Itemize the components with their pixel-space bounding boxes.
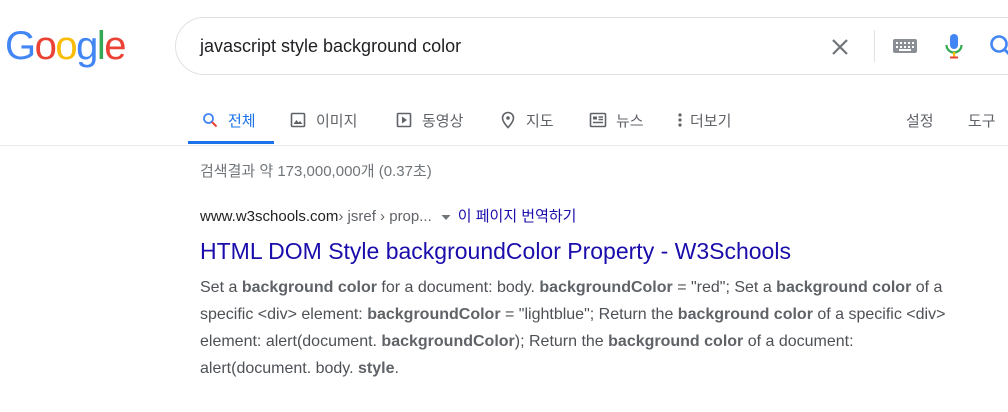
tab-all[interactable]: 전체 bbox=[200, 96, 256, 144]
tab-maps[interactable]: 지도 bbox=[498, 96, 554, 144]
search-tabs: 전체 이미지 동영상 지도 뉴스 더보기 설정 도구 bbox=[188, 96, 1008, 146]
google-logo[interactable]: Google bbox=[5, 24, 126, 68]
translate-page-link[interactable]: 이 페이지 번역하기 bbox=[458, 205, 577, 229]
snippet-text: ); Return the bbox=[514, 333, 609, 350]
active-tab-indicator bbox=[188, 141, 274, 144]
tab-label: 더보기 bbox=[690, 112, 732, 130]
result-path: › jsref › prop... bbox=[338, 208, 432, 225]
snippet-highlight: background color bbox=[776, 279, 912, 296]
snippet-highlight: style bbox=[358, 360, 395, 377]
tab-more[interactable]: 더보기 bbox=[676, 96, 731, 144]
map-pin-icon bbox=[498, 110, 518, 130]
tab-images[interactable]: 이미지 bbox=[288, 96, 357, 144]
settings-link[interactable]: 설정 bbox=[906, 96, 934, 144]
search-divider bbox=[874, 30, 875, 62]
tools-link[interactable]: 도구 bbox=[968, 96, 996, 144]
result-breadcrumb: www.w3schools.com › jsref › prop... 이 페이… bbox=[200, 205, 960, 229]
result-domain: www.w3schools.com bbox=[200, 208, 339, 225]
snippet-text: = "lightblue"; Return the bbox=[500, 306, 678, 323]
news-icon bbox=[588, 110, 608, 130]
snippet-highlight: backgroundColor bbox=[539, 279, 673, 296]
search-input[interactable]: javascript style background color bbox=[200, 18, 461, 74]
search-result: www.w3schools.com › jsref › prop... 이 페이… bbox=[200, 205, 960, 382]
tab-label: 지도 bbox=[526, 112, 554, 130]
snippet-text: = "red"; Set a bbox=[672, 279, 777, 296]
tab-label: 뉴스 bbox=[616, 112, 644, 130]
search-icon[interactable] bbox=[988, 33, 1008, 59]
caret-down-icon[interactable] bbox=[440, 211, 452, 223]
mic-icon[interactable] bbox=[942, 32, 966, 60]
logo-letter: g bbox=[76, 24, 98, 68]
result-snippet: Set a background color for a document: b… bbox=[200, 274, 960, 382]
result-title-link[interactable]: HTML DOM Style backgroundColor Property … bbox=[200, 238, 960, 264]
logo-letter: G bbox=[5, 24, 36, 68]
snippet-text: Set a bbox=[200, 279, 242, 296]
tab-videos[interactable]: 동영상 bbox=[394, 96, 463, 144]
close-icon[interactable] bbox=[828, 35, 852, 59]
header-divider bbox=[0, 145, 1008, 146]
snippet-highlight: background color bbox=[677, 306, 813, 323]
snippet-highlight: backgroundColor bbox=[367, 306, 501, 323]
tab-label: 도구 bbox=[968, 112, 996, 130]
logo-letter: o bbox=[34, 24, 57, 68]
logo-letter: l bbox=[96, 24, 106, 68]
snippet-highlight: backgroundColor bbox=[381, 333, 515, 350]
play-icon bbox=[394, 110, 414, 130]
snippet-text: . bbox=[394, 360, 399, 377]
snippet-highlight: background color bbox=[241, 279, 377, 296]
tab-label: 설정 bbox=[906, 112, 934, 130]
result-stats: 검색결과 약 173,000,000개 (0.37초) bbox=[200, 163, 432, 180]
image-icon bbox=[288, 110, 308, 130]
more-vert-icon bbox=[676, 110, 684, 130]
tab-news[interactable]: 뉴스 bbox=[588, 96, 644, 144]
tab-label: 전체 bbox=[228, 112, 256, 130]
tab-label: 동영상 bbox=[422, 112, 464, 130]
tab-label: 이미지 bbox=[316, 112, 358, 130]
snippet-highlight: background color bbox=[608, 333, 744, 350]
logo-letter: e bbox=[104, 24, 126, 68]
logo-letter: o bbox=[55, 24, 77, 68]
search-box[interactable]: javascript style background color bbox=[175, 17, 1008, 75]
search-icon bbox=[200, 110, 220, 130]
snippet-text: for a document: body. bbox=[376, 279, 540, 296]
keyboard-icon[interactable] bbox=[892, 36, 918, 56]
